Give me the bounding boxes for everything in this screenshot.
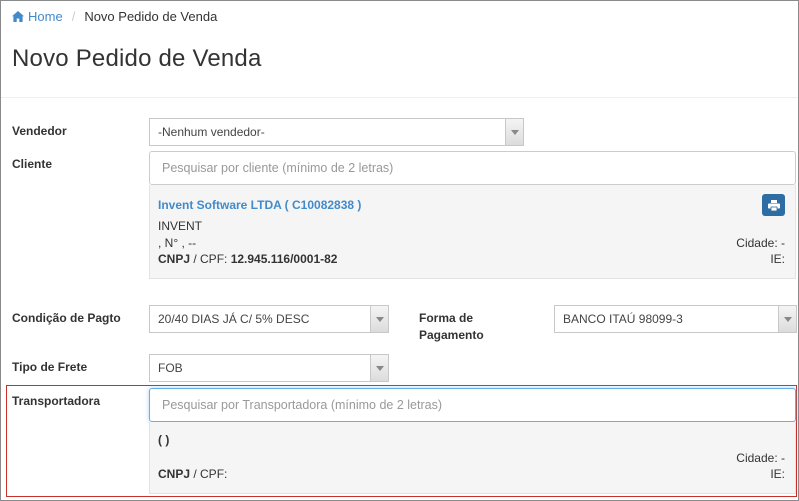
forma-pagamento-value: BANCO ITAÚ 98099-3 — [563, 312, 683, 326]
transportadora-cnpj-label: CNPJ — [158, 467, 191, 481]
transportadora-ie: IE: — [770, 467, 785, 481]
cliente-cnpj-value: 12.945.116/0001-82 — [230, 252, 338, 266]
transportadora-search-input[interactable]: Pesquisar por Transportadora (mínimo de … — [149, 388, 796, 422]
vendedor-select-value: -Nenhum vendedor- — [158, 125, 265, 139]
breadcrumb-separator: / — [71, 8, 76, 24]
transportadora-cnpj-cpf: CNPJ / CPF: — [158, 467, 227, 481]
transportadora-cidade: Cidade: - — [736, 451, 785, 465]
tipo-frete-label: Tipo de Frete — [12, 360, 88, 374]
breadcrumb: Home / Novo Pedido de Venda — [12, 7, 217, 25]
condicao-pagto-label: Condição de Pagto — [12, 311, 121, 325]
dropdown-arrow-icon[interactable] — [778, 306, 796, 332]
forma-pagamento-select[interactable]: BANCO ITAÚ 98099-3 — [554, 305, 797, 333]
cliente-cnpj-cpf: CNPJ / CPF: 12.945.116/0001-82 — [158, 252, 337, 266]
dropdown-arrow-icon[interactable] — [370, 306, 388, 332]
forma-pagamento-label: Forma de Pagamento — [419, 310, 484, 344]
dropdown-arrow-icon[interactable] — [370, 355, 388, 381]
cliente-label: Cliente — [12, 157, 53, 171]
transportadora-details-panel: ( ) CNPJ / CPF: Cidade: - IE: — [149, 422, 796, 494]
transportadora-name: ( ) — [158, 433, 170, 447]
tipo-frete-select[interactable]: FOB — [149, 354, 389, 382]
transportadora-cpf-label: / CPF: — [190, 467, 228, 481]
transportadora-label: Transportadora — [12, 394, 101, 408]
cliente-short-name: INVENT — [158, 219, 203, 233]
breadcrumb-current: Novo Pedido de Venda — [84, 8, 218, 24]
tipo-frete-value: FOB — [158, 361, 183, 375]
transportadora-search-placeholder: Pesquisar por Transportadora (mínimo de … — [162, 398, 442, 412]
header-divider — [1, 97, 798, 98]
page-title: Novo Pedido de Venda — [12, 45, 262, 72]
cliente-details-panel: Invent Software LTDA ( C10082838 ) INVEN… — [149, 185, 796, 279]
cliente-search-placeholder: Pesquisar por cliente (mínimo de 2 letra… — [162, 161, 394, 175]
cliente-address: , N° , -- — [158, 236, 197, 250]
dropdown-arrow-icon[interactable] — [505, 119, 523, 145]
vendedor-select[interactable]: -Nenhum vendedor- — [149, 118, 524, 146]
forma-pagamento-label-line1: Forma de — [419, 311, 474, 325]
forma-pagamento-label-line2: Pagamento — [419, 328, 484, 342]
home-icon — [12, 10, 24, 22]
print-icon — [767, 199, 780, 211]
print-button[interactable] — [762, 194, 785, 216]
cliente-cpf-label: / CPF: — [190, 252, 231, 266]
cliente-search-input[interactable]: Pesquisar por cliente (mínimo de 2 letra… — [149, 151, 796, 185]
cliente-name-link[interactable]: Invent Software LTDA ( C10082838 ) — [158, 198, 361, 212]
condicao-pagto-value: 20/40 DIAS JÁ C/ 5% DESC — [158, 312, 310, 326]
vendedor-label: Vendedor — [12, 124, 67, 138]
condicao-pagto-select[interactable]: 20/40 DIAS JÁ C/ 5% DESC — [149, 305, 389, 333]
cliente-ie: IE: — [770, 252, 785, 266]
breadcrumb-home-link[interactable]: Home — [12, 9, 63, 24]
cliente-cidade: Cidade: - — [736, 236, 785, 250]
breadcrumb-home-label: Home — [28, 8, 63, 24]
cliente-cnpj-label: CNPJ — [158, 252, 191, 266]
